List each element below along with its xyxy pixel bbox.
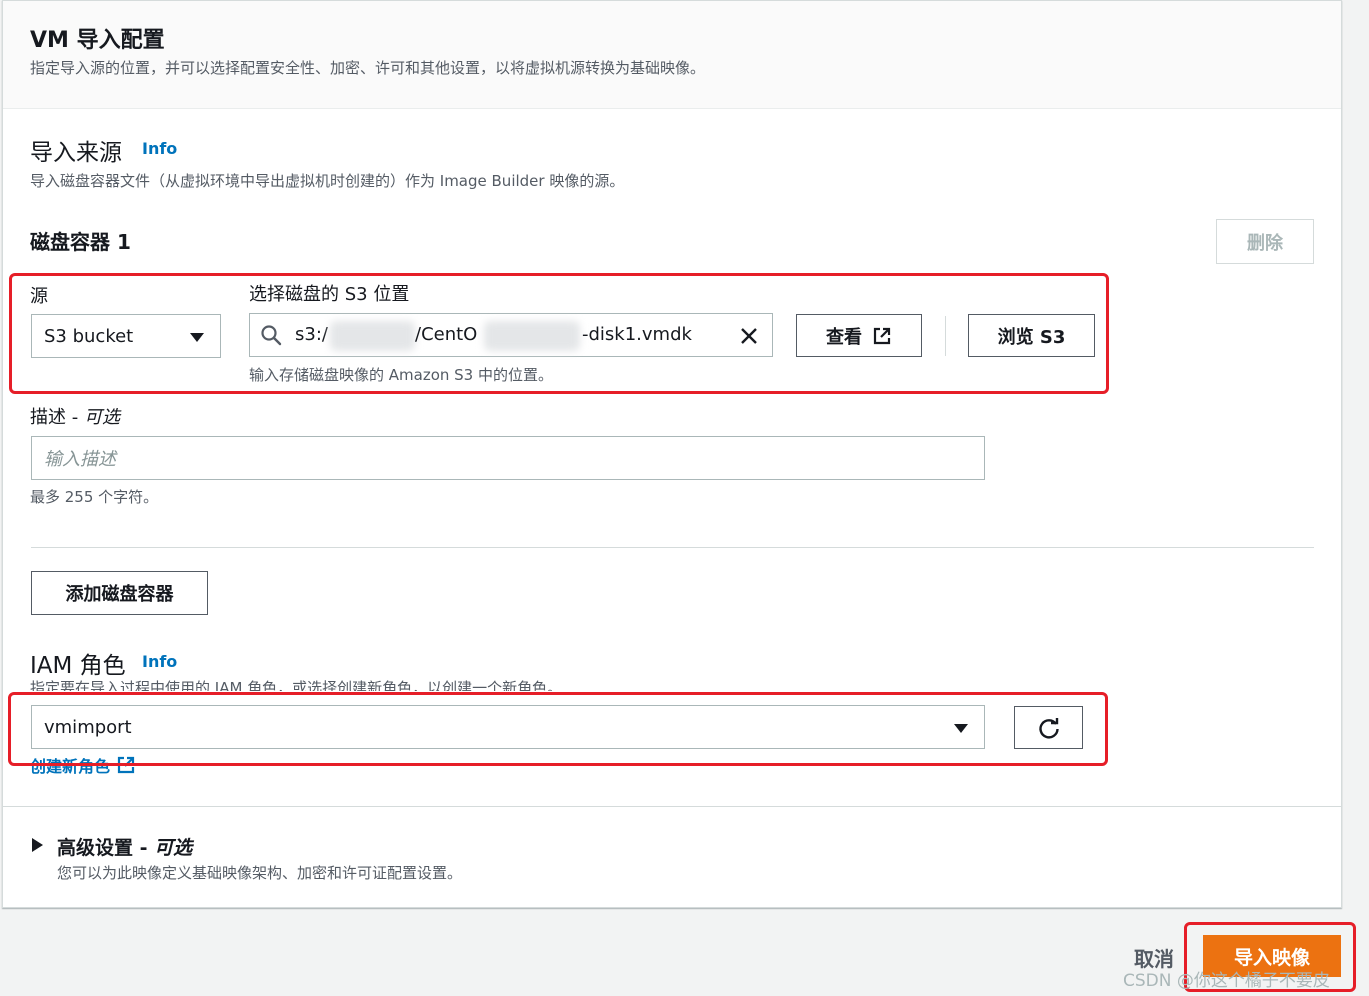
description-hint: 最多 255 个字符。 xyxy=(30,488,159,506)
disk-container-title: 磁盘容器 1 xyxy=(30,230,131,254)
description-placeholder: 输入描述 xyxy=(44,449,116,470)
import-source-title: 导入来源 xyxy=(30,140,122,166)
advanced-settings-title: 高级设置 - xyxy=(57,837,155,859)
iam-role-description: 指定要在导入过程中使用的 IAM 角色，或选择创建新角色，以创建一个新角色。 xyxy=(30,679,563,691)
add-disk-container-button[interactable]: 添加磁盘容器 xyxy=(31,571,208,615)
advanced-settings-description: 您可以为此映像定义基础映像架构、加密和许可证配置设置。 xyxy=(57,864,463,882)
delete-button[interactable]: 删除 xyxy=(1216,219,1314,264)
section-divider xyxy=(31,547,1314,548)
page-title: VM 导入配置 xyxy=(30,28,165,53)
page-description: 指定导入源的位置，并可以选择配置安全性、加密、许可和其他设置，以将虚拟机源转换为… xyxy=(30,59,706,77)
description-label: 描述 - 可选 xyxy=(30,403,120,429)
description-optional-text: 可选 xyxy=(83,407,120,428)
highlight-box-iam xyxy=(8,692,1108,766)
iam-role-info-link[interactable]: Info xyxy=(142,652,177,671)
advanced-settings-optional: 可选 xyxy=(154,837,193,859)
description-input[interactable]: 输入描述 xyxy=(31,436,985,480)
import-source-info-link[interactable]: Info xyxy=(142,139,177,158)
caret-right-icon[interactable] xyxy=(32,838,43,852)
iam-role-title: IAM 角色 xyxy=(30,653,126,679)
description-label-text: 描述 - xyxy=(30,407,84,428)
highlight-box-source xyxy=(9,273,1109,394)
watermark: CSDN @你这个橘子不要皮 xyxy=(1123,971,1330,991)
import-source-description: 导入磁盘容器文件（从虚拟环境中导出虚拟机时创建的）作为 Image Builde… xyxy=(30,172,625,190)
panel-header xyxy=(3,1,1341,109)
section-divider xyxy=(3,806,1341,807)
advanced-settings-toggle[interactable]: 高级设置 - 可选 xyxy=(57,833,192,860)
